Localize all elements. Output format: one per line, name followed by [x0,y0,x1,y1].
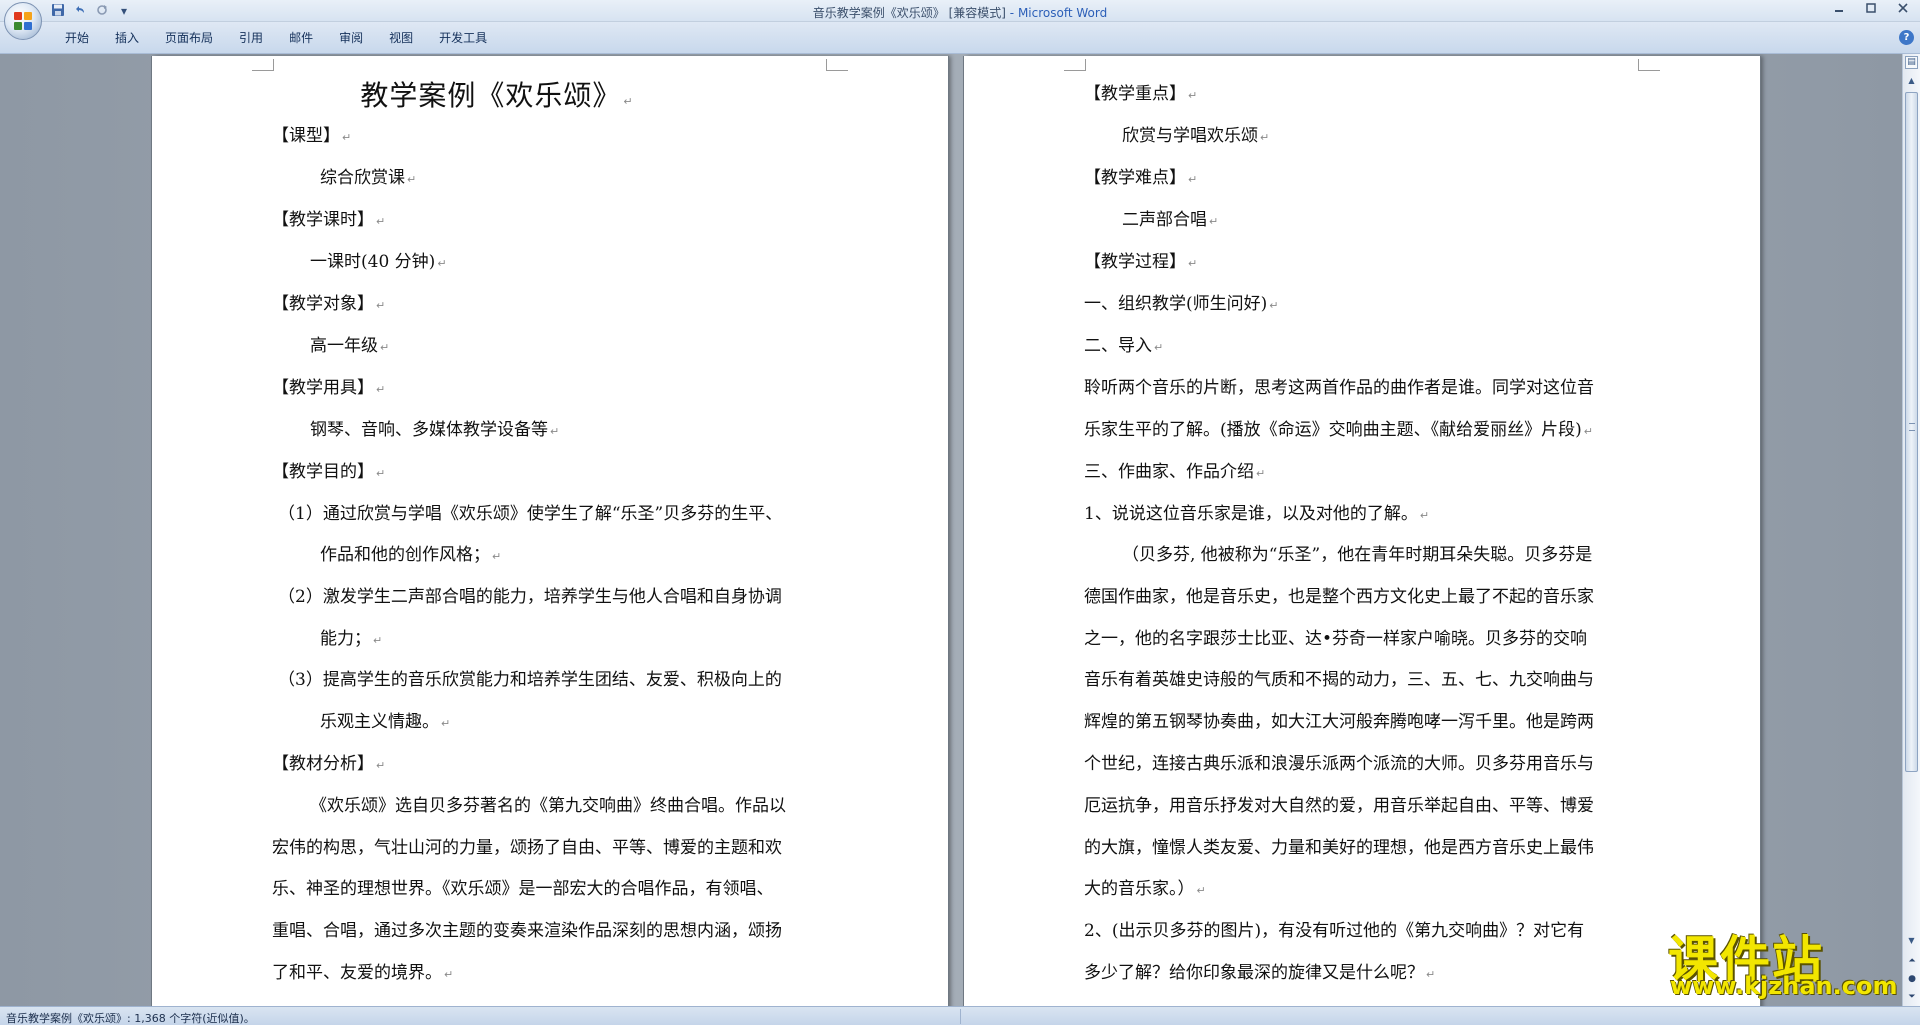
site-watermark-logo: 课件站 www.kjzhan.com [1668,920,1918,1006]
doc-line: 2、(出示贝多芬的图片)，有没有听过他的《第九交响曲》？对它有 [1084,921,1585,941]
doc-line: 《欢乐颂》选自贝多芬著名的《第九交响曲》终曲合唱。作品以 [310,796,786,816]
minimize-icon[interactable] [1830,2,1848,18]
maximize-icon[interactable] [1862,2,1880,18]
scrollbar-thumb[interactable] [1905,92,1918,772]
document-workspace: 教学案例《欢乐颂》 ↵ 【课型】 ↵ 综合欣赏课 ↵ 【教学课时】 ↵ 一课时(40 分… [0,54,1902,1006]
doc-line: 大的音乐家。） ↵ [1084,879,1206,899]
crop-mark [826,59,848,71]
doc-line: 宏伟的构思，气壮山河的力量，颂扬了自由、平等、博爱的主题和欢 [272,838,782,858]
doc-line: 多少了解？给你印象最深的旋律又是什么呢？ ↵ [1084,963,1436,983]
doc-line: 乐家生平的了解。(播放《命运》交响曲主题、《献给爱丽丝》片段) ↵ [1084,420,1593,440]
doc-line: 二、导入 ↵ [1084,336,1164,356]
tab-home[interactable]: 开始 [52,29,102,47]
doc-heading: 【教材分析】 ↵ [272,754,386,774]
tab-mailings[interactable]: 邮件 [276,29,326,47]
grip-icon [1909,423,1915,431]
doc-line: 作品和他的创作风格； ↵ [320,545,502,565]
status-bar: 音乐教学案例《欢乐颂》: 1,368 个字符(近似值)。 [0,1006,1920,1025]
doc-heading: 【教学难点】 ↵ [1084,168,1198,188]
doc-line: 一、组织教学(师生问好) ↵ [1084,294,1279,314]
document-title: 教学案例《欢乐颂》 ↵ [360,79,634,112]
help-icon[interactable]: ? [1899,30,1914,45]
crop-mark [252,59,274,71]
doc-line: 之一，他的名字跟莎士比亚、达•芬奇一样家户喻晓。贝多芬的交响 [1084,629,1588,649]
page-left[interactable]: 教学案例《欢乐颂》 ↵ 【课型】 ↵ 综合欣赏课 ↵ 【教学课时】 ↵ 一课时(40 分… [152,56,948,1006]
crop-mark [1638,59,1660,71]
doc-line: （3）提高学生的音乐欣赏能力和培养学生团结、友爱、积极向上的 [278,670,782,690]
window-controls [1830,2,1912,18]
window-title: 音乐教学案例《欢乐颂》 [兼容模式] - Microsoft Word [812,6,1108,20]
doc-line: 音乐有着英雄史诗般的气质和不揭的动力，三、五、七、九交响曲与 [1084,670,1594,690]
doc-line: 辉煌的第五钢琴协奏曲，如大江大河般奔腾咆哮一泻千里。他是跨两 [1084,712,1594,732]
office-button[interactable] [4,2,42,40]
tab-references[interactable]: 引用 [226,29,276,47]
tab-review[interactable]: 审阅 [326,29,376,47]
doc-line: 二声部合唱 ↵ [1122,210,1219,230]
doc-heading: 【教学过程】 ↵ [1084,252,1198,272]
crop-mark [1064,59,1086,71]
watermark-url: www.kjzhan.com [1670,972,1898,1000]
doc-heading: 【教学目的】 ↵ [272,462,386,482]
doc-line: 钢琴、音响、多媒体教学设备等 ↵ [310,420,560,440]
compat-mode-label: [兼容模式] [948,6,1006,20]
doc-line: 了和平、友爱的境界。 ↵ [272,963,454,983]
doc-heading: 【教学对象】 ↵ [272,294,386,314]
tab-insert[interactable]: 插入 [102,29,152,47]
doc-line: 乐、神圣的理想世界。《欢乐颂》是一部宏大的合唱作品，有领唱、 [272,879,774,899]
ruler-toggle-icon[interactable]: ▤ [1905,56,1918,69]
tab-view[interactable]: 视图 [376,29,426,47]
document-name: 音乐教学案例《欢乐颂》 [812,6,945,20]
doc-line: （贝多芬, 他被称为“乐圣”，他在青年时期耳朵失聪。贝多芬是 [1122,545,1593,565]
tab-developer[interactable]: 开发工具 [426,29,500,47]
doc-heading: 【教学用具】 ↵ [272,378,386,398]
doc-line: 三、作曲家、作品介绍 ↵ [1084,462,1266,482]
page-right[interactable]: 【教学重点】 ↵ 欣赏与学唱欢乐颂 ↵ 【教学难点】 ↵ 二声部合唱 ↵ 【教学过程】 ↵… [964,56,1760,1006]
doc-heading: 【教学课时】 ↵ [272,210,386,230]
app-name: Microsoft Word [1017,6,1108,20]
doc-line: 厄运抗争，用音乐抒发对大自然的爱，用音乐举起自由、平等、博爱 [1084,796,1594,816]
doc-line: （2）激发学生二声部合唱的能力，培养学生与他人合唱和自身协调 [278,587,782,607]
doc-heading: 【教学重点】 ↵ [1084,84,1198,104]
doc-line: 综合欣赏课 ↵ [320,168,417,188]
doc-heading: 【课型】 ↵ [272,126,352,146]
doc-line: 重唱、合唱，通过多次主题的变奏来渲染作品深刻的思想内涵，颂扬 [272,921,782,941]
doc-line: 乐观主义情趣。 ↵ [320,712,451,732]
status-divider [960,1009,961,1024]
scroll-up-icon[interactable]: ▲ [1905,74,1918,88]
doc-line: 的大旗，憧憬人类友爱、力量和美好的理想，他是西方音乐史上最伟 [1084,838,1594,858]
doc-line: 能力； ↵ [320,629,383,649]
doc-line: （1）通过欣赏与学唱《欢乐颂》使学生了解“乐圣”贝多芬的生平、 [278,504,783,524]
doc-line: 德国作曲家，他是音乐史，也是整个西方文化史上最了不起的音乐家 [1084,587,1594,607]
tab-page-layout[interactable]: 页面布局 [152,29,226,47]
doc-line: 一课时(40 分钟) ↵ [310,252,447,272]
doc-line: 聆听两个音乐的片断，思考这两首作品的曲作者是谁。同学对这位音 [1084,378,1594,398]
ribbon-tab-bar: 开始 插入 页面布局 引用 邮件 审阅 视图 开发工具 ? [0,22,1920,54]
doc-line: 1、说说这位音乐家是谁，以及对他的了解。 ↵ [1084,504,1430,524]
ribbon-tabs: 开始 插入 页面布局 引用 邮件 审阅 视图 开发工具 [52,29,500,47]
office-logo-icon [14,12,32,30]
doc-line: 高一年级 ↵ [310,336,390,356]
vertical-scrollbar[interactable]: ▤ ▲ ▼ ⏶ ● ⏷ [1902,54,1920,1006]
doc-line: 欣赏与学唱欢乐颂 ↵ [1122,126,1270,146]
title-bar: ▾ 音乐教学案例《欢乐颂》 [兼容模式] - Microsoft Word [0,0,1920,22]
word-count-status[interactable]: 音乐教学案例《欢乐颂》: 1,368 个字符(近似值)。 [6,1010,255,1025]
doc-line: 个世纪，连接古典乐派和浪漫乐派两个派流的大师。贝多芬用音乐与 [1084,754,1594,774]
close-icon[interactable] [1894,2,1912,18]
